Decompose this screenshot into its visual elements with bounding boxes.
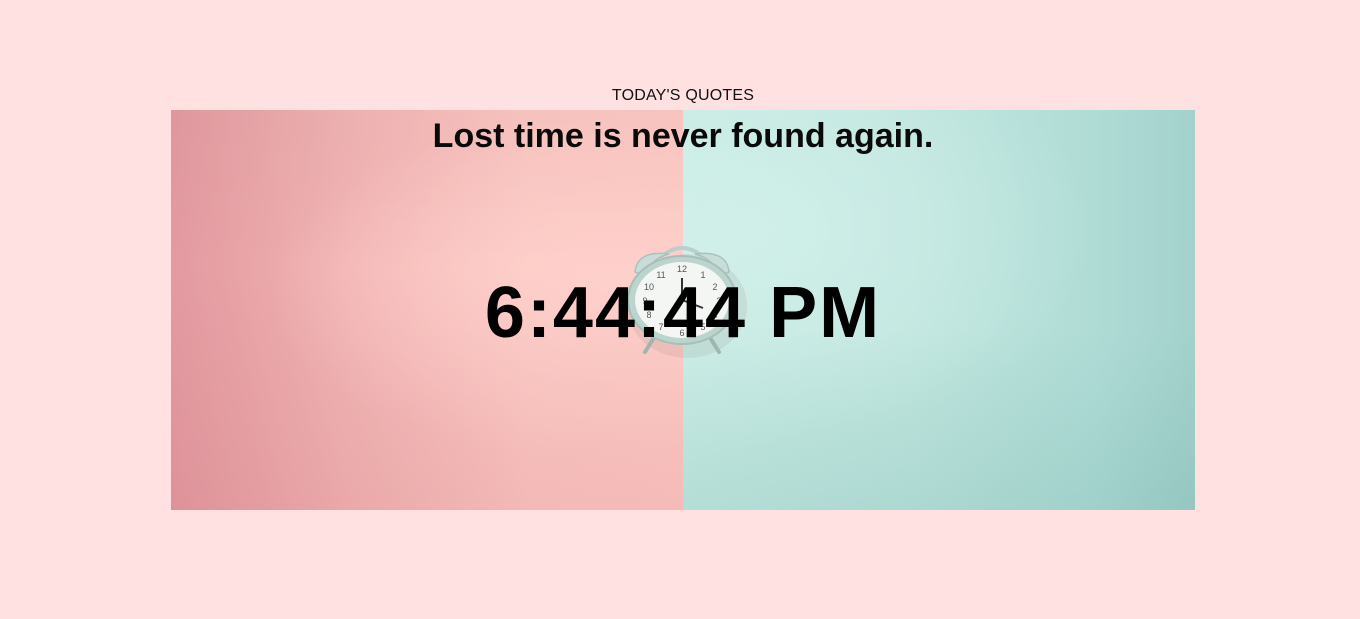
quote-text: Lost time is never found again. <box>432 117 934 155</box>
clock-time: 6:44:44 PM <box>484 273 882 353</box>
hero-banner: 12 1 2 3 4 5 6 7 8 9 10 11 Lost time is … <box>171 110 1195 510</box>
page: TODAY'S QUOTES 12 1 2 3 4 5 6 7 8 9 10 1… <box>0 0 1360 619</box>
section-label: TODAY'S QUOTES <box>611 87 755 104</box>
